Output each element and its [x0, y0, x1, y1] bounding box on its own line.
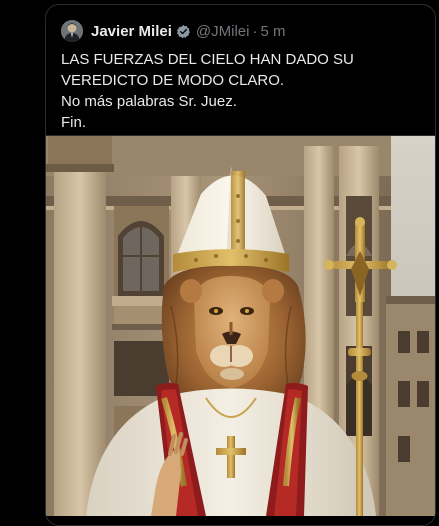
avatar[interactable]: [61, 20, 83, 42]
tweet-text-line: No más palabras Sr. Juez.: [61, 93, 237, 110]
tweet-header: Javier Milei @JMilei · 5 m: [61, 19, 285, 43]
separator-dot: ·: [252, 22, 258, 40]
tweet-media-image[interactable]: [46, 135, 435, 516]
verified-badge-icon: [176, 24, 191, 39]
tweet-text-line: Fin.: [61, 114, 87, 131]
tweet-text-line: VEREDICTO DE MODO CLARO.: [61, 72, 285, 89]
author-handle[interactable]: @JMilei: [196, 23, 250, 40]
tweet-card[interactable]: Javier Milei @JMilei · 5 m LAS FUERZAS D…: [45, 4, 436, 526]
lion-pope-image-icon: [46, 136, 435, 516]
tweet-timestamp[interactable]: 5 m: [260, 23, 285, 40]
profile-avatar-icon: [61, 20, 83, 42]
author-name[interactable]: Javier Milei: [91, 23, 172, 40]
tweet-text: LAS FUERZAS DEL CIELO HAN DADO SU VEREDI…: [61, 49, 421, 133]
tweet-text-line: LAS FUERZAS DEL CIELO HAN DADO SU: [61, 51, 354, 68]
